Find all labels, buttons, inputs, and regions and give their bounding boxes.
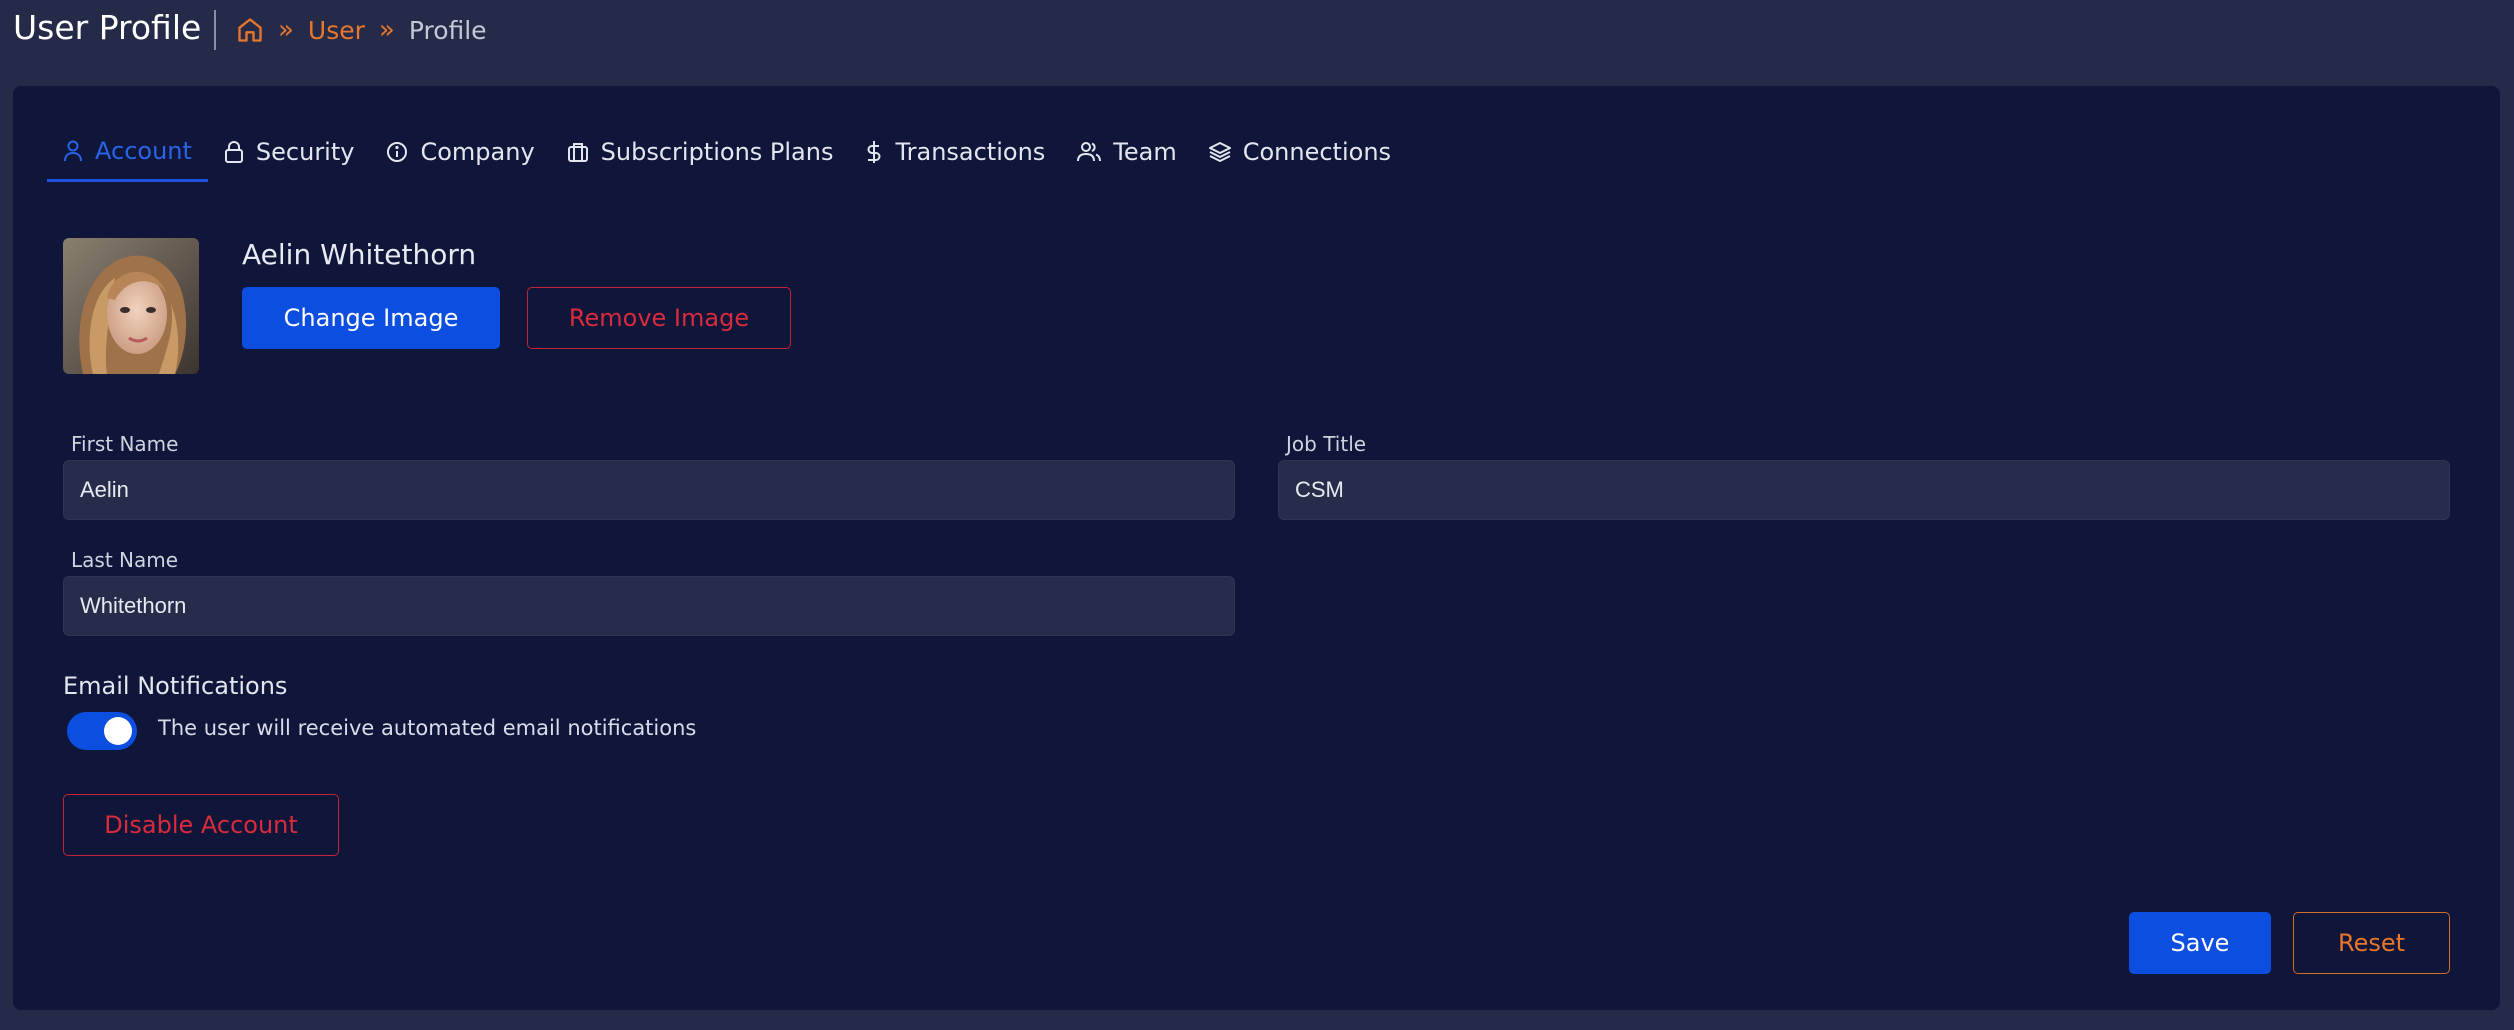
tab-label: Account <box>95 136 192 165</box>
user-icon <box>63 140 83 162</box>
avatar <box>63 238 199 374</box>
briefcase-icon <box>567 141 589 163</box>
first-name-label: First Name <box>71 432 179 456</box>
tab-label: Subscriptions Plans <box>600 138 834 166</box>
layers-icon <box>1208 141 1231 163</box>
lock-icon <box>224 141 244 163</box>
profile-card: Account Security Company Subscriptions P… <box>13 86 2500 1010</box>
tab-bar: Account Security Company Subscriptions P… <box>47 122 1407 182</box>
top-bar: User Profile » User » Profile <box>0 0 2514 62</box>
tab-security[interactable]: Security <box>208 122 371 182</box>
title-divider <box>214 10 216 50</box>
info-icon <box>386 141 408 163</box>
email-notifications-title: Email Notifications <box>63 672 288 700</box>
page-title: User Profile <box>13 8 202 47</box>
job-title-label: Job Title <box>1286 432 1367 456</box>
tab-connections[interactable]: Connections <box>1193 122 1407 182</box>
tab-team[interactable]: Team <box>1061 122 1192 182</box>
email-notifications-description: The user will receive automated email no… <box>158 716 697 740</box>
tab-label: Transactions <box>895 138 1046 166</box>
tab-label: Team <box>1113 138 1177 166</box>
disable-account-button[interactable]: Disable Account <box>63 794 339 856</box>
breadcrumb: » User » Profile <box>236 10 487 50</box>
tab-label: Company <box>420 138 535 166</box>
tab-account[interactable]: Account <box>47 122 208 182</box>
reset-button[interactable]: Reset <box>2293 912 2450 974</box>
breadcrumb-separator: » <box>378 15 395 45</box>
first-name-input[interactable] <box>63 460 1235 520</box>
tab-company[interactable]: Company <box>370 122 550 182</box>
last-name-input[interactable] <box>63 576 1235 636</box>
tab-label: Connections <box>1242 138 1392 166</box>
tab-label: Security <box>255 138 355 166</box>
tab-transactions[interactable]: Transactions <box>849 122 1061 182</box>
dollar-icon <box>865 140 883 164</box>
tab-subscriptions-plans[interactable]: Subscriptions Plans <box>551 122 850 182</box>
toggle-knob <box>104 717 132 745</box>
users-icon <box>1077 141 1102 163</box>
breadcrumb-separator: » <box>278 15 294 45</box>
last-name-label: Last Name <box>71 548 179 572</box>
job-title-input[interactable] <box>1278 460 2450 520</box>
user-name: Aelin Whitethorn <box>242 238 477 271</box>
save-button[interactable]: Save <box>2129 912 2271 974</box>
change-image-button[interactable]: Change Image <box>242 287 500 349</box>
email-notifications-toggle[interactable] <box>67 712 137 750</box>
home-icon[interactable] <box>236 16 264 44</box>
breadcrumb-user-link[interactable]: User <box>308 16 365 45</box>
remove-image-button[interactable]: Remove Image <box>527 287 791 349</box>
breadcrumb-current: Profile <box>408 15 487 45</box>
